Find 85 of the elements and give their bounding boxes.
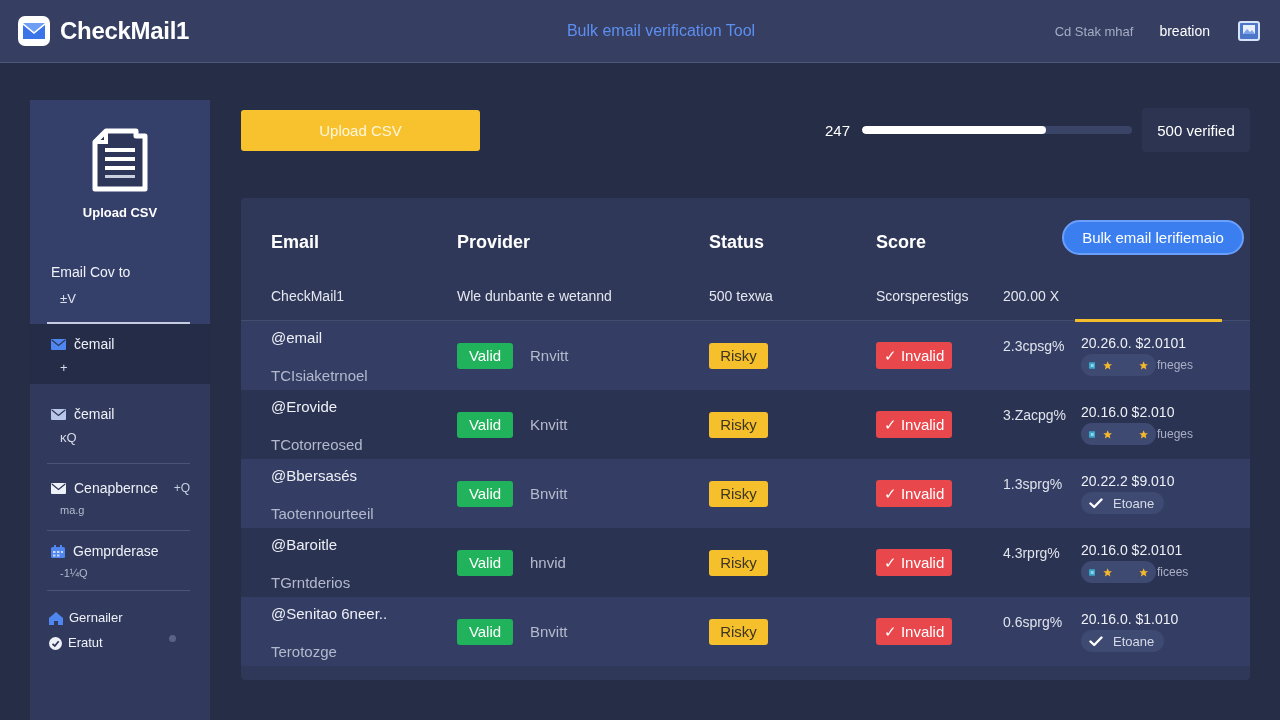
provider-name: Rnvitt xyxy=(530,347,569,364)
email-note: Taotennourteeil xyxy=(271,505,375,523)
check-icon xyxy=(1089,635,1103,647)
column-header: Status xyxy=(709,231,765,253)
risk-badge: Risky xyxy=(709,549,768,576)
section-title: Email Cov to xyxy=(51,263,132,281)
date-value: 20.16.0 $2.010 xyxy=(1081,403,1175,421)
tag-label: Etoane xyxy=(1113,495,1155,511)
verified-count: 247 xyxy=(824,121,850,139)
square-icon xyxy=(1089,567,1096,577)
provider-name: hnvid xyxy=(530,554,566,571)
summary-cell-text: Scorsperestigs xyxy=(876,287,970,305)
email-note: TGrntderios xyxy=(271,574,352,592)
envelope-icon xyxy=(51,482,66,494)
envelope-icon xyxy=(51,338,66,350)
validity-badge: Valid xyxy=(457,411,513,438)
home-icon xyxy=(49,611,63,625)
header-link[interactable]: breation xyxy=(1159,23,1210,39)
email-address: @Baroitle xyxy=(271,536,339,554)
column-header: Email xyxy=(271,231,321,253)
validity-badge: Valid xyxy=(457,342,513,369)
sidebar-link[interactable]: Eratut xyxy=(47,634,103,652)
sidebar-item[interactable]: Gemprderase -1¼Q xyxy=(47,530,190,590)
score-value: 3.Zacpg% xyxy=(1003,407,1067,423)
square-icon xyxy=(1089,360,1096,370)
summary-cell-text: 500 texwa xyxy=(709,287,774,305)
validity-badge: Valid xyxy=(457,480,513,507)
summary-cell-text: 200.00 X xyxy=(1003,287,1061,305)
date-value: 20.16.0. $1.010 xyxy=(1081,610,1179,628)
envelope-logo-icon xyxy=(18,16,50,46)
page-title: Bulk email verification Tool xyxy=(566,22,756,40)
score-value: 1.3sprg% xyxy=(1003,476,1063,492)
summary-cell-text: CheckMail1 xyxy=(271,287,346,305)
result-badge: ✓ Invalid xyxy=(876,549,952,576)
envelope-icon xyxy=(51,408,66,420)
dot-icon xyxy=(169,634,176,642)
summary-cell-text: Wle dunbante e wetannd xyxy=(457,287,613,305)
score-value: 2.3cpsg% xyxy=(1003,338,1065,354)
verified-total: 500 verified xyxy=(1142,108,1250,152)
risk-badge: Risky xyxy=(709,411,768,438)
date-value: 20.22.2 $9.010 xyxy=(1081,472,1175,490)
sidebar-item[interactable]: Cenapbernce +Q ma.g xyxy=(47,463,190,530)
date-value: 20.16.0 $2.0101 xyxy=(1081,541,1183,559)
risk-badge: Risky xyxy=(709,618,768,645)
result-badge: ✓ Invalid xyxy=(876,480,952,507)
email-address: @Erovide xyxy=(271,398,339,416)
result-badge: ✓ Invalid xyxy=(876,411,952,438)
risk-badge: Risky xyxy=(709,342,768,369)
section-subtitle: ±V xyxy=(59,290,77,308)
risk-badge: Risky xyxy=(709,480,768,507)
score-value: 0.6sprg% xyxy=(1003,614,1063,630)
square-icon xyxy=(1089,429,1096,439)
tag-label: Etoane xyxy=(1113,633,1155,649)
result-badge: ✓ Invalid xyxy=(876,342,952,369)
provider-name: Knvitt xyxy=(530,416,568,433)
email-address: @Senitao 6neer.. xyxy=(271,605,389,623)
sidebar-item[interactable]: čemail ĸQ xyxy=(30,392,210,452)
check-icon xyxy=(1089,497,1103,509)
provider-name: Bnvitt xyxy=(530,623,568,640)
picture-icon[interactable] xyxy=(1238,21,1260,41)
email-note: TCIsiaketrnoel xyxy=(271,367,369,385)
email-address: @email xyxy=(271,329,324,347)
result-badge: ✓ Invalid xyxy=(876,618,952,645)
bulk-verify-button[interactable]: Bulk email lerifiemaio xyxy=(1062,220,1244,255)
header-link[interactable]: Cd Stak mhaf xyxy=(1054,23,1134,39)
column-header: Score xyxy=(876,231,928,253)
tag-label: fueges xyxy=(1157,427,1194,441)
upload-tile[interactable]: Upload CSV xyxy=(30,100,210,220)
score-value: 4.3rprg% xyxy=(1003,545,1060,561)
column-header: Provider xyxy=(457,231,532,253)
document-icon xyxy=(91,128,149,192)
validity-badge: Valid xyxy=(457,549,513,576)
sidebar-item[interactable]: čemail + xyxy=(30,324,210,384)
check-circle-icon xyxy=(49,636,62,650)
date-value: 20.26.0. $2.0101 xyxy=(1081,334,1187,352)
provider-name: Bnvitt xyxy=(530,485,568,502)
calendar-icon xyxy=(51,544,65,558)
validity-badge: Valid xyxy=(457,618,513,645)
email-note: TCotorreosed xyxy=(271,436,364,454)
app-name: CheckMail1 xyxy=(60,17,190,45)
email-address: @Bbersasés xyxy=(271,467,359,485)
tag-label: fneges xyxy=(1157,358,1194,372)
sidebar-link[interactable]: Gernailer xyxy=(47,609,123,627)
tag-label: ficees xyxy=(1157,565,1189,579)
email-note: Terotozge xyxy=(271,643,338,661)
